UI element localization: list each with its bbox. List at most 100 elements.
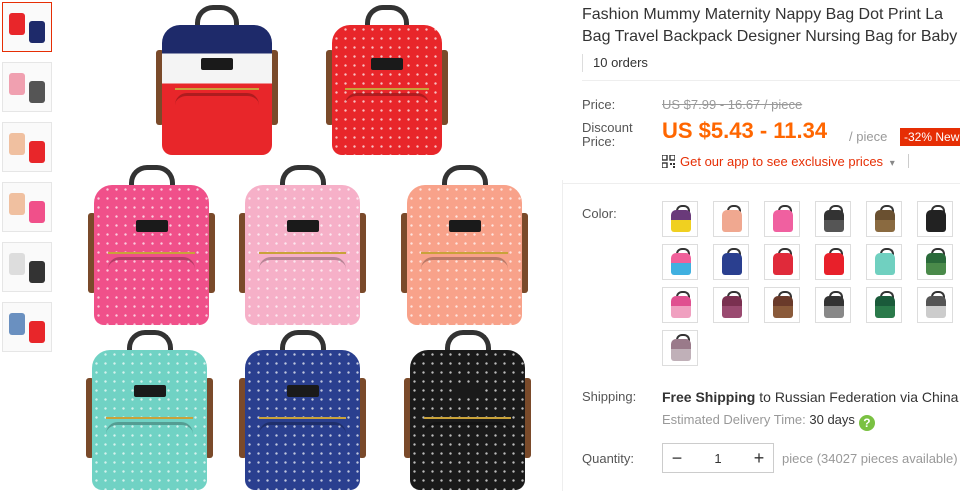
color-swatch[interactable] [866, 244, 902, 280]
app-promo-link[interactable]: Get our app to see exclusive prices ▾ [662, 154, 910, 169]
bag-mint [86, 330, 213, 490]
bag-body [410, 350, 525, 490]
color-swatch[interactable] [713, 244, 749, 280]
bag-light-pink [239, 165, 366, 325]
bag-body [407, 185, 522, 325]
bag-body [332, 25, 442, 155]
bag-peach [401, 165, 528, 325]
swatch-bag [671, 339, 691, 361]
color-swatch[interactable] [917, 201, 953, 237]
bag-body [245, 185, 360, 325]
color-swatch[interactable] [662, 330, 698, 366]
discount-label-line2: Price: [582, 134, 616, 149]
swatch-bag [773, 210, 793, 232]
bag-pocket [105, 422, 194, 490]
swatch-bag [722, 210, 742, 232]
color-swatch[interactable] [866, 201, 902, 237]
product-title: Fashion Mummy Maternity Nappy Bag Dot Pr… [582, 4, 960, 48]
bag-label [286, 385, 319, 397]
color-swatch[interactable] [764, 244, 800, 280]
thumbnail-image[interactable] [2, 62, 52, 112]
swatch-bag [875, 210, 895, 232]
help-icon[interactable]: ? [858, 415, 875, 431]
thumbnail-bag [29, 21, 45, 43]
bag-pocket [345, 93, 429, 155]
quantity-available: piece (34027 pieces available) [782, 451, 958, 466]
bag-zipper [258, 417, 347, 419]
bag-label [286, 220, 319, 232]
qr-code-icon [662, 155, 675, 168]
color-swatch[interactable] [713, 201, 749, 237]
swatch-bag [671, 253, 691, 275]
quantity-decrease-button[interactable]: − [663, 444, 691, 472]
bag-label [371, 58, 403, 70]
bag-navy [239, 330, 366, 490]
thumbnail-image[interactable] [2, 122, 52, 172]
color-swatch[interactable] [866, 287, 902, 323]
bag-pocket [420, 257, 509, 325]
bag-zipper [258, 252, 347, 254]
swatch-bag [671, 210, 691, 232]
color-swatch[interactable] [917, 287, 953, 323]
discount-price-label: Discount Price: [582, 121, 633, 149]
bag-zipper [175, 88, 259, 90]
product-title-line2: Bag Travel Backpack Designer Nursing Bag… [582, 28, 958, 45]
bag-zipper [420, 252, 509, 254]
estimated-delivery-value: 30 days [809, 412, 855, 427]
color-swatch[interactable] [713, 287, 749, 323]
color-swatch[interactable] [662, 287, 698, 323]
color-swatch[interactable] [764, 201, 800, 237]
thumbnail-bag [9, 313, 25, 335]
swatch-bag [722, 296, 742, 318]
thumbnail-image[interactable] [2, 242, 52, 292]
bag-body [162, 25, 272, 155]
bag-pocket [175, 93, 259, 155]
bag-label [135, 220, 168, 232]
shipping-to-text: to [755, 389, 775, 405]
color-swatch[interactable] [815, 244, 851, 280]
free-shipping-text: Free Shipping [662, 389, 756, 405]
swatch-bag [926, 210, 946, 232]
original-price: US $7.99 - 16.67 / piece [662, 97, 803, 112]
swatch-bag [926, 253, 946, 275]
thumbnail-image[interactable] [2, 2, 52, 52]
color-swatch[interactable] [764, 287, 800, 323]
shipping-info: Free Shipping to Russian Federation via … [662, 389, 958, 405]
swatch-bag [773, 253, 793, 275]
color-swatch[interactable] [662, 244, 698, 280]
quantity-input[interactable] [691, 444, 745, 472]
thumbnail-image[interactable] [2, 182, 52, 232]
product-title-line1: Fashion Mummy Maternity Nappy Bag Dot Pr… [582, 6, 944, 23]
shipping-label: Shipping: [582, 389, 637, 404]
order-count: 10 orders [582, 54, 648, 72]
thumbnail-bag [9, 73, 25, 95]
color-swatch[interactable] [815, 201, 851, 237]
color-label: Color: [582, 206, 617, 221]
bag-black [404, 330, 531, 490]
discount-price: US $5.43 - 11.34 [662, 118, 828, 143]
main-product-image[interactable] [62, 0, 562, 491]
swatch-bag [875, 296, 895, 318]
color-swatch[interactable] [917, 244, 953, 280]
bag-zipper [107, 252, 196, 254]
thumbnail-bag [9, 13, 25, 35]
bag-zipper [345, 88, 429, 90]
app-promo-text: Get our app to see exclusive prices [680, 154, 884, 169]
bag-label [448, 220, 481, 232]
bag-label [133, 385, 166, 397]
thumbnail-bag [9, 133, 25, 155]
quantity-increase-button[interactable]: + [745, 444, 773, 472]
shipping-destination[interactable]: Russian Federation via China [775, 389, 959, 405]
bag-pocket [258, 422, 347, 490]
swatch-bag [773, 296, 793, 318]
swatch-bag [671, 296, 691, 318]
price-label: Price: [582, 97, 616, 112]
bag-body [92, 350, 207, 490]
color-swatch[interactable] [815, 287, 851, 323]
thumbnail-image[interactable] [2, 302, 52, 352]
bag-body [245, 350, 360, 490]
swatch-bag [824, 253, 844, 275]
thumbnail-bag [29, 261, 45, 283]
color-swatch[interactable] [662, 201, 698, 237]
bag-pocket [107, 257, 196, 325]
